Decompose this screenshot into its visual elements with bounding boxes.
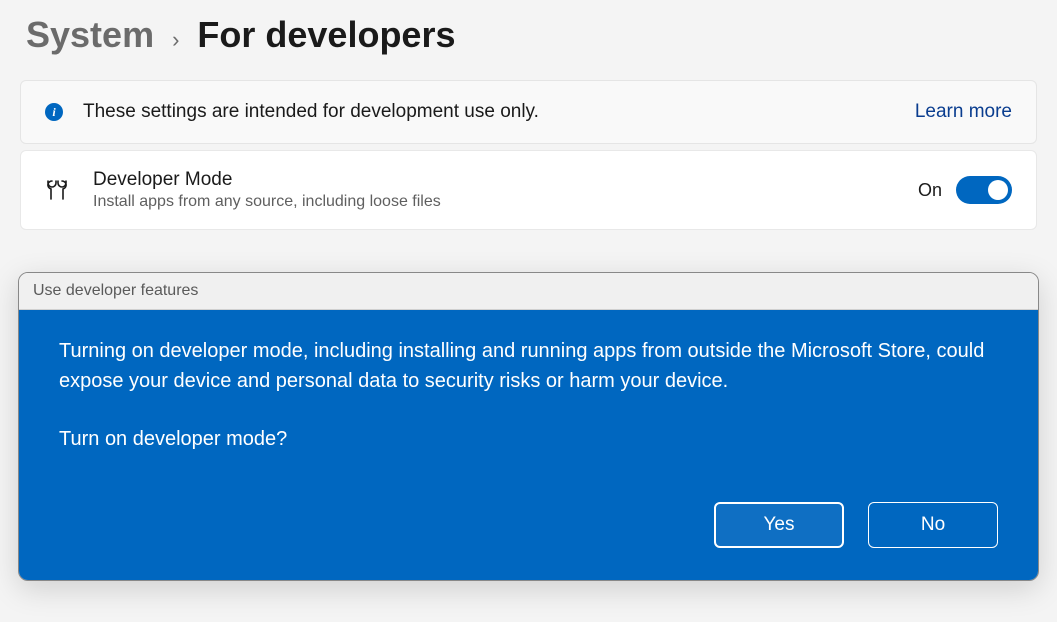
learn-more-link[interactable]: Learn more <box>915 101 1012 123</box>
toggle-state-label: On <box>918 180 942 201</box>
no-button[interactable]: No <box>868 502 998 548</box>
dialog-warning-text: Turning on developer mode, including ins… <box>59 336 998 396</box>
dialog-question-text: Turn on developer mode? <box>59 424 998 454</box>
info-banner-text: These settings are intended for developm… <box>83 101 895 123</box>
yes-button[interactable]: Yes <box>714 502 844 548</box>
developer-mode-title: Developer Mode <box>93 169 894 191</box>
confirm-dialog: Use developer features Turning on develo… <box>18 272 1039 581</box>
developer-tools-icon <box>45 178 69 202</box>
developer-mode-description: Install apps from any source, including … <box>93 193 894 211</box>
toggle-knob <box>988 180 1008 200</box>
dialog-title: Use developer features <box>19 273 1038 310</box>
breadcrumb: System › For developers <box>0 0 1057 80</box>
info-banner: i These settings are intended for develo… <box>20 80 1037 144</box>
developer-mode-toggle[interactable] <box>956 176 1012 204</box>
info-icon: i <box>45 103 63 121</box>
page-title: For developers <box>197 14 455 56</box>
chevron-right-icon: › <box>172 27 179 53</box>
developer-mode-row: Developer Mode Install apps from any sou… <box>20 150 1037 230</box>
breadcrumb-parent[interactable]: System <box>26 14 154 56</box>
